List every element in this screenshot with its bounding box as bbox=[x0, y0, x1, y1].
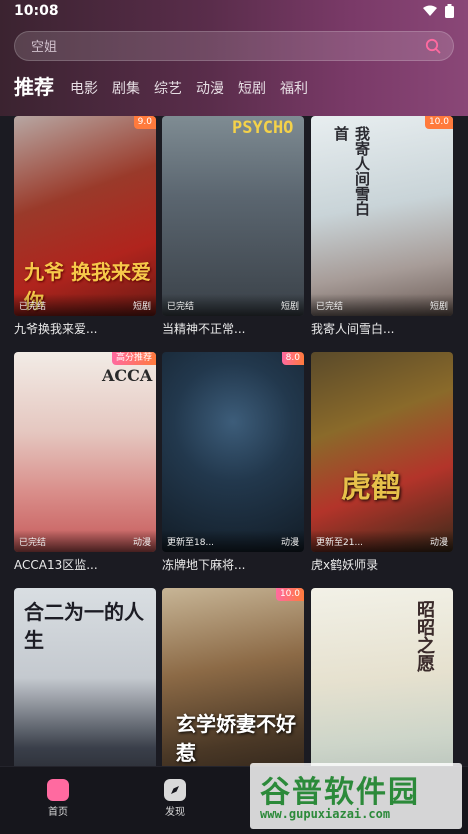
score-badge: 9.0 bbox=[133, 116, 156, 129]
status-label: 已完结 bbox=[167, 302, 195, 312]
battery-icon bbox=[445, 4, 454, 18]
category-tag: 短剧 bbox=[280, 302, 299, 312]
card-title[interactable]: 九爷换我来爱... bbox=[14, 320, 156, 338]
home-icon[interactable] bbox=[47, 779, 69, 801]
poster-title-art: PSYCHO bbox=[232, 118, 294, 138]
video-card[interactable]: 昭昭之愿 bbox=[311, 588, 453, 766]
poster[interactable]: PSYCHO 已完结 短剧 bbox=[162, 116, 304, 316]
score-badge: 10.0 bbox=[424, 116, 453, 129]
tab-variety[interactable]: 综艺 bbox=[154, 78, 182, 100]
status-label: 更新至18... bbox=[167, 538, 215, 548]
nav-discover[interactable]: 发现 bbox=[145, 779, 205, 818]
category-tag: 短剧 bbox=[132, 302, 151, 312]
poster-title-art: 玄学娇妻不好惹 bbox=[176, 712, 296, 765]
poster[interactable]: 昭昭之愿 bbox=[311, 588, 453, 766]
category-tag: 短剧 bbox=[429, 302, 448, 312]
video-card[interactable]: 我寄人间雪白首 10.0 已完结 短剧 我寄人间雪白... bbox=[311, 116, 453, 338]
header: 10:08 推荐 电影 剧集 综艺 动漫 短剧 福利 bbox=[0, 0, 468, 116]
video-card[interactable]: PSYCHO 已完结 短剧 当精神不正常... bbox=[162, 116, 304, 338]
nav-discover-label: 发现 bbox=[165, 807, 185, 818]
video-card[interactable]: 8.0 更新至18... 动漫 冻牌地下麻将... bbox=[162, 352, 304, 574]
poster-title-art: 我寄人间雪白首 bbox=[332, 126, 371, 216]
category-tag: 动漫 bbox=[132, 538, 151, 548]
nav-home-label: 首页 bbox=[48, 807, 68, 818]
poster[interactable]: 虎鹤 更新至21... 动漫 bbox=[311, 352, 453, 552]
video-card[interactable]: ACCA 高分推荐 已完结 动漫 ACCA13区监... bbox=[14, 352, 156, 574]
poster[interactable]: 合二为一的人生 bbox=[14, 588, 156, 766]
status-bar: 10:08 bbox=[0, 0, 468, 22]
video-card[interactable]: 玄学娇妻不好惹 10.0 bbox=[162, 588, 304, 766]
tab-movies[interactable]: 电影 bbox=[70, 78, 98, 100]
card-title[interactable]: 我寄人间雪白... bbox=[311, 320, 453, 338]
poster-title-art: 昭昭之愿 bbox=[414, 600, 435, 672]
content-grid: 九爷 换我来爱你 9.0 已完结 短剧 九爷换我来爱... PSYCHO 已完结… bbox=[0, 116, 468, 766]
search-input[interactable] bbox=[29, 32, 413, 62]
poster-title-art: 合二为一的人生 bbox=[24, 600, 144, 652]
poster-title-art: ACCA bbox=[102, 366, 153, 385]
tab-anime[interactable]: 动漫 bbox=[196, 78, 224, 100]
status-label: 已完结 bbox=[19, 302, 47, 312]
poster[interactable]: 8.0 更新至18... 动漫 bbox=[162, 352, 304, 552]
tab-recommended[interactable]: 推荐 bbox=[14, 74, 54, 100]
card-title[interactable]: 冻牌地下麻将... bbox=[162, 556, 304, 574]
poster[interactable]: ACCA 高分推荐 已完结 动漫 bbox=[14, 352, 156, 552]
video-card[interactable]: 九爷 换我来爱你 9.0 已完结 短剧 九爷换我来爱... bbox=[14, 116, 156, 338]
watermark-text: 谷普软件园 bbox=[260, 775, 420, 810]
card-title[interactable]: 当精神不正常... bbox=[162, 320, 304, 338]
score-badge: 10.0 bbox=[275, 588, 304, 601]
status-label: 已完结 bbox=[316, 302, 344, 312]
score-badge: 8.0 bbox=[281, 352, 304, 365]
status-label: 更新至21... bbox=[316, 538, 364, 548]
poster[interactable]: 九爷 换我来爱你 9.0 已完结 短剧 bbox=[14, 116, 156, 316]
category-tag: 动漫 bbox=[280, 538, 299, 548]
search-icon[interactable] bbox=[425, 38, 441, 54]
nav-home[interactable]: 首页 bbox=[28, 779, 88, 818]
watermark-url: www.gupuxiazai.com bbox=[260, 807, 391, 821]
search-bar[interactable] bbox=[14, 31, 454, 62]
video-card[interactable]: 合二为一的人生 bbox=[14, 588, 156, 766]
tab-series[interactable]: 剧集 bbox=[112, 78, 140, 100]
tab-short-drama[interactable]: 短剧 bbox=[238, 78, 266, 100]
poster[interactable]: 玄学娇妻不好惹 10.0 bbox=[162, 588, 304, 766]
discover-icon[interactable] bbox=[164, 779, 186, 801]
card-title[interactable]: ACCA13区监... bbox=[14, 556, 156, 574]
status-icons bbox=[423, 4, 454, 18]
category-tag: 动漫 bbox=[429, 538, 448, 548]
status-label: 已完结 bbox=[19, 538, 47, 548]
watermark-logo: 谷普软件园 www.gupuxiazai.com bbox=[250, 763, 462, 829]
category-tabs: 推荐 电影 剧集 综艺 动漫 短剧 福利 bbox=[14, 74, 322, 100]
wifi-icon bbox=[423, 5, 437, 16]
card-title[interactable]: 虎x鹤妖师录 bbox=[311, 556, 453, 574]
poster-title-art: 虎鹤 bbox=[341, 470, 401, 505]
tab-welfare[interactable]: 福利 bbox=[280, 78, 308, 100]
video-card[interactable]: 虎鹤 更新至21... 动漫 虎x鹤妖师录 bbox=[311, 352, 453, 574]
status-time: 10:08 bbox=[14, 3, 59, 19]
score-badge: 高分推荐 bbox=[111, 352, 156, 365]
poster[interactable]: 我寄人间雪白首 10.0 已完结 短剧 bbox=[311, 116, 453, 316]
